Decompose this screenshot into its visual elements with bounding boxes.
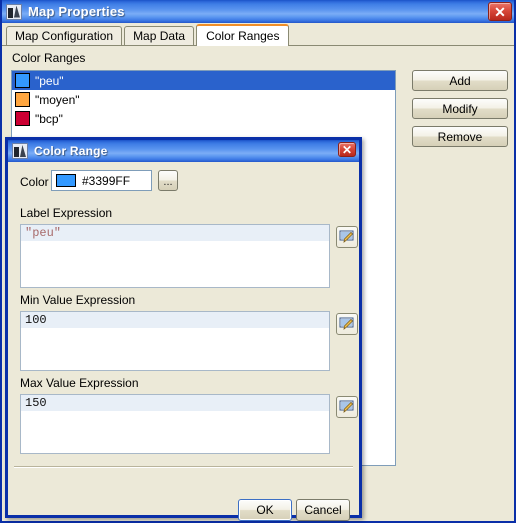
max-value-expression-value: 150 bbox=[25, 396, 47, 410]
map-properties-window: Map Properties ✕ Map Configuration Map D… bbox=[0, 0, 516, 523]
min-value-expression-value: 100 bbox=[25, 313, 47, 327]
add-button[interactable]: Add bbox=[412, 70, 508, 91]
cancel-button[interactable]: Cancel bbox=[296, 499, 350, 521]
dialog-titlebar: Color Range ✕ bbox=[8, 140, 359, 162]
color-swatch-icon bbox=[15, 73, 30, 88]
list-item-label: "peu" bbox=[35, 73, 64, 88]
tab-color-ranges[interactable]: Color Ranges bbox=[196, 24, 290, 46]
color-ranges-group-label: Color Ranges bbox=[12, 51, 86, 65]
color-swatch-icon bbox=[56, 174, 76, 187]
label-expression-label: Label Expression bbox=[20, 206, 113, 220]
label-expression-input[interactable]: "peu" bbox=[20, 224, 330, 288]
ok-button[interactable]: OK bbox=[238, 499, 292, 521]
main-titlebar: Map Properties ✕ bbox=[2, 0, 514, 23]
tabstrip: Map Configuration Map Data Color Ranges bbox=[2, 23, 514, 46]
modify-button[interactable]: Modify bbox=[412, 98, 508, 119]
tab-map-configuration[interactable]: Map Configuration bbox=[6, 26, 123, 45]
close-icon[interactable]: ✕ bbox=[338, 142, 356, 157]
color-picker-button[interactable]: ... bbox=[158, 170, 178, 191]
color-value-field[interactable]: #3399FF bbox=[51, 170, 152, 191]
list-item[interactable]: "moyen" bbox=[12, 90, 395, 109]
max-value-expression-input[interactable]: 150 bbox=[20, 394, 330, 454]
color-label: Color bbox=[20, 175, 49, 189]
pencil-edit-icon[interactable] bbox=[336, 226, 358, 248]
map-icon bbox=[12, 143, 28, 159]
min-value-expression-label: Min Value Expression bbox=[20, 293, 136, 307]
label-expression-line: "peu" bbox=[21, 225, 329, 241]
window-title: Map Properties bbox=[28, 4, 125, 19]
dialog-title: Color Range bbox=[34, 144, 108, 158]
color-hex-value: #3399FF bbox=[82, 173, 131, 188]
tab-map-data[interactable]: Map Data bbox=[124, 26, 195, 45]
dialog-body: Color #3399FF ... Label Expression "peu" bbox=[8, 162, 359, 521]
map-icon bbox=[6, 3, 22, 20]
list-item[interactable]: "bcp" bbox=[12, 109, 395, 128]
remove-button[interactable]: Remove bbox=[412, 126, 508, 147]
max-value-expression-label: Max Value Expression bbox=[20, 376, 139, 390]
list-item-label: "bcp" bbox=[35, 111, 63, 126]
color-range-dialog: Color Range ✕ Color #3399FF ... Label Ex… bbox=[5, 137, 362, 521]
min-value-expression-input[interactable]: 100 bbox=[20, 311, 330, 371]
pencil-edit-icon[interactable] bbox=[336, 396, 358, 418]
min-value-expression-line: 100 bbox=[21, 312, 329, 328]
color-swatch-icon bbox=[15, 92, 30, 107]
max-value-expression-line: 150 bbox=[21, 395, 329, 411]
dialog-separator bbox=[14, 466, 353, 468]
close-icon[interactable]: ✕ bbox=[488, 2, 512, 21]
color-swatch-icon bbox=[15, 111, 30, 126]
label-expression-value: "peu" bbox=[25, 226, 62, 240]
list-item[interactable]: "peu" bbox=[12, 71, 395, 90]
pencil-edit-icon[interactable] bbox=[336, 313, 358, 335]
list-item-label: "moyen" bbox=[35, 92, 80, 107]
